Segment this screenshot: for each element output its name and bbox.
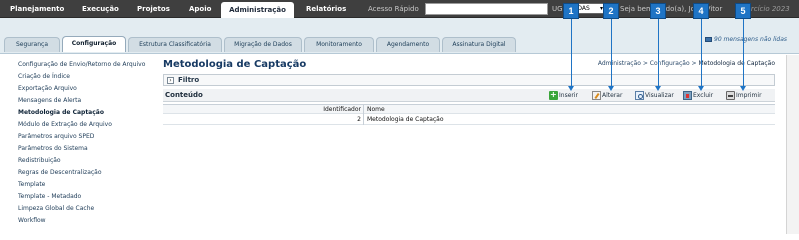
table-cell-identificador: 2 <box>163 115 364 125</box>
sub-navigation-bar: Segurança Configuração Estrutura Classif… <box>0 18 799 54</box>
nav-projetos[interactable]: Projetos <box>137 3 170 16</box>
callout-arrow-icon <box>740 86 746 91</box>
sidebar-item-regras-descentralizacao[interactable]: Regras de Descentralização <box>18 168 102 177</box>
sidebar-item-parametros-sistema[interactable]: Parâmetros do Sistema <box>18 144 88 153</box>
table-cell-nome: Metodologia de Captação <box>367 116 444 123</box>
sidebar-item-redistribuicao[interactable]: Redistribuição <box>18 156 61 165</box>
callout-line <box>571 19 572 87</box>
insert-label: Inserir <box>559 92 578 99</box>
breadcrumb-configuracao[interactable]: Configuração <box>650 60 690 67</box>
sidebar-item-criacao-indice[interactable]: Criação de Índice <box>18 72 70 81</box>
mail-icon <box>705 37 712 42</box>
breadcrumb-separator: > <box>640 60 650 67</box>
column-header-identificador[interactable]: Identificador <box>163 105 364 115</box>
view-label: Visualizar <box>645 92 674 99</box>
callout-arrow-icon <box>655 86 661 91</box>
quick-access-input[interactable] <box>425 3 548 15</box>
table-row[interactable]: 2 Metodologia de Captação <box>163 115 775 125</box>
content-toolbar: Conteúdo Inserir Alterar Visualizar Excl… <box>163 89 775 102</box>
quick-access-label: Acesso Rápido <box>368 5 419 13</box>
sidebar-menu: Configuração de Envio/Retorno de Arquivo… <box>0 55 160 234</box>
tab-monitoramento[interactable]: Monitoramento <box>304 37 374 52</box>
view-icon <box>635 91 644 100</box>
tab-seguranca[interactable]: Segurança <box>4 37 60 52</box>
data-table: Identificador Nome 2 Metodologia de Capt… <box>163 104 775 126</box>
main-content: Metodologia de Captação Administração > … <box>160 55 785 234</box>
column-header-nome[interactable]: Nome <box>365 105 775 115</box>
callout-5: 5 <box>735 3 751 19</box>
view-button[interactable]: Visualizar <box>635 91 674 100</box>
tab-configuracao[interactable]: Configuração <box>62 36 126 52</box>
print-icon <box>726 91 735 100</box>
tab-migracao-dados[interactable]: Migração de Dados <box>224 37 302 52</box>
callout-line <box>658 19 659 87</box>
sidebar-item-template-metadado[interactable]: Template - Metadado <box>18 192 81 201</box>
print-label: Imprimir <box>736 92 762 99</box>
callout-line <box>743 19 744 87</box>
filter-panel[interactable]: › Filtro <box>163 74 775 86</box>
delete-label: Excluir <box>693 92 714 99</box>
callout-line <box>701 19 702 87</box>
sidebar-item-mensagens-alerta[interactable]: Mensagens de Alerta <box>18 96 81 105</box>
nav-relatorios[interactable]: Relatórios <box>306 3 346 16</box>
callout-4: 4 <box>693 3 709 19</box>
tab-agendamento[interactable]: Agendamento <box>376 37 440 52</box>
sidebar-item-metodologia-captacao[interactable]: Metodologia de Captação <box>18 108 104 117</box>
sidebar-item-parametros-sped[interactable]: Parâmetros arquivo SPED <box>18 132 94 141</box>
nav-apoio[interactable]: Apoio <box>189 3 211 16</box>
top-navigation-bar: Planejamento Execução Projetos Apoio Adm… <box>0 0 799 18</box>
sidebar-item-modulo-extracao[interactable]: Módulo de Extração de Arquivo <box>18 120 112 129</box>
delete-icon <box>683 91 692 100</box>
edit-label: Alterar <box>602 92 623 99</box>
edit-button[interactable]: Alterar <box>592 91 622 100</box>
callout-line <box>611 19 612 87</box>
filter-label: Filtro <box>178 76 200 84</box>
tab-estrutura-classificatoria[interactable]: Estrutura Classificatória <box>128 37 222 52</box>
callout-arrow-icon <box>568 86 574 91</box>
add-icon <box>549 90 558 100</box>
breadcrumb: Administração > Configuração > Metodolog… <box>598 59 775 68</box>
sidebar-item-config-envio[interactable]: Configuração de Envio/Retorno de Arquivo <box>18 60 145 69</box>
callout-2: 2 <box>603 3 619 19</box>
messages-link[interactable]: 90 mensagens não lidas <box>705 35 787 45</box>
callout-3: 3 <box>650 3 666 19</box>
delete-button[interactable]: Excluir <box>683 91 713 100</box>
sidebar-item-template[interactable]: Template <box>18 180 45 189</box>
expand-icon[interactable]: › <box>167 77 174 84</box>
print-button[interactable]: Imprimir <box>726 91 762 100</box>
nav-planejamento[interactable]: Planejamento <box>10 3 64 16</box>
content-label: Conteúdo <box>165 91 203 99</box>
sidebar-item-limpeza-cache[interactable]: Limpeza Global de Cache <box>18 204 94 213</box>
sidebar-item-exportacao-arquivo[interactable]: Exportação Arquivo <box>18 84 77 93</box>
nav-administracao[interactable]: Administração <box>221 2 294 18</box>
tab-assinatura-digital[interactable]: Assinatura Digital <box>442 37 516 52</box>
edit-icon <box>592 91 601 100</box>
application-window: Planejamento Execução Projetos Apoio Adm… <box>0 0 799 234</box>
callout-arrow-icon <box>698 86 704 91</box>
breadcrumb-current: Metodologia de Captação <box>698 60 775 67</box>
table-header-row: Identificador Nome <box>163 104 775 115</box>
insert-button[interactable]: Inserir <box>549 90 578 100</box>
breadcrumb-administracao[interactable]: Administração <box>598 60 641 67</box>
callout-arrow-icon <box>608 86 614 91</box>
sidebar-item-workflow[interactable]: Workflow <box>18 216 46 225</box>
page-title: Metodologia de Captação <box>163 59 307 70</box>
nav-execucao[interactable]: Execução <box>82 3 119 16</box>
messages-count-text: 90 mensagens não lidas <box>714 36 788 43</box>
scrollbar[interactable] <box>786 55 799 234</box>
ug-label: UG <box>552 5 563 13</box>
callout-1: 1 <box>563 3 579 19</box>
